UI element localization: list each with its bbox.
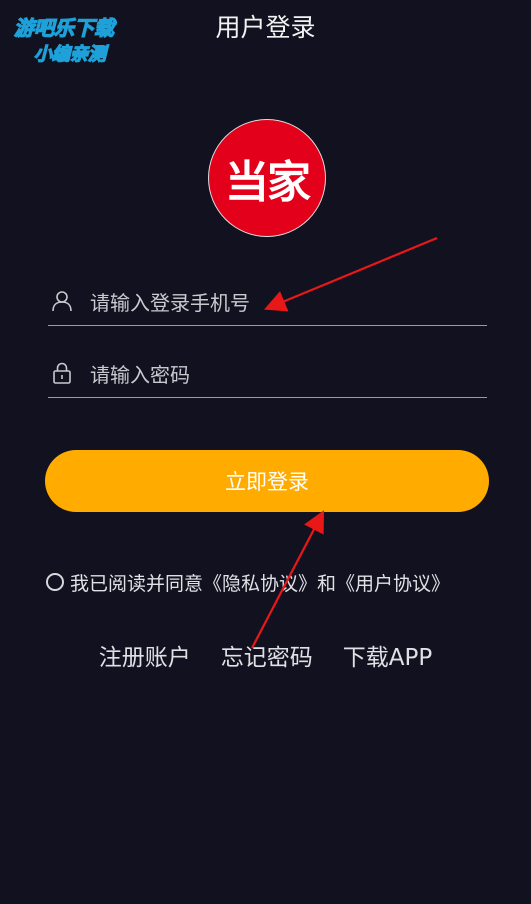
agreement-prefix: 我已阅读并同意 bbox=[70, 572, 204, 595]
svg-text:小编亲测: 小编亲测 bbox=[34, 44, 109, 65]
forgot-password-link[interactable]: 忘记密码 bbox=[221, 638, 313, 672]
lock-icon bbox=[53, 362, 71, 384]
footer-links: 注册账户 忘记密码 下载APP bbox=[0, 638, 531, 672]
password-input[interactable] bbox=[88, 357, 482, 393]
phone-field[interactable] bbox=[48, 285, 487, 326]
app-logo: 当家 bbox=[209, 120, 325, 236]
register-link[interactable]: 注册账户 bbox=[99, 638, 191, 672]
login-button[interactable]: 立即登录 bbox=[45, 450, 489, 512]
user-icon bbox=[52, 291, 72, 312]
phone-input[interactable] bbox=[88, 285, 482, 321]
agree-radio[interactable] bbox=[46, 573, 64, 591]
agreement-row: 我已阅读并同意 《隐私协议》 和 《用户协议》 bbox=[46, 568, 450, 596]
page-title: 用户登录 bbox=[215, 13, 316, 42]
privacy-policy-link[interactable]: 《隐私协议》 bbox=[203, 569, 317, 596]
logo-text: 当家 bbox=[225, 157, 311, 208]
download-app-link[interactable]: 下载APP bbox=[343, 638, 432, 672]
agreement-and: 和 bbox=[317, 572, 337, 595]
password-field[interactable] bbox=[48, 357, 487, 398]
user-agreement-link[interactable]: 《用户协议》 bbox=[336, 569, 450, 596]
